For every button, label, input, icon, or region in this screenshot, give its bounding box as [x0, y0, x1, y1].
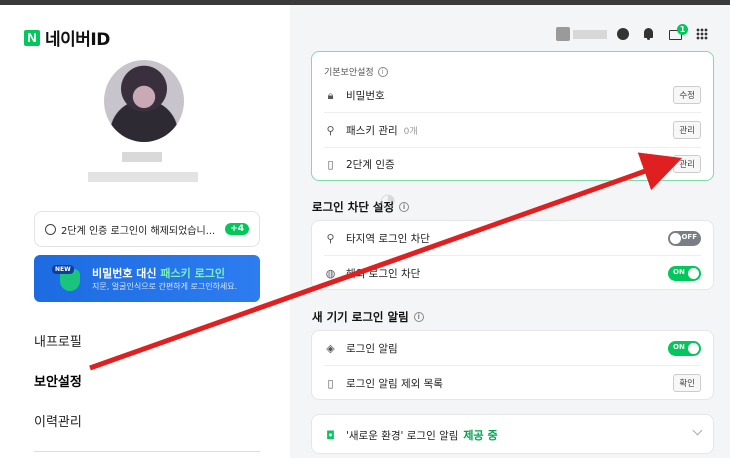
mail-count-badge: 1 [677, 24, 688, 35]
profile-email-blurred [88, 172, 198, 182]
user-avatar-small[interactable] [556, 27, 570, 41]
manage-passkey-button[interactable]: 관리 [673, 121, 701, 139]
watermark-mark: ◔ [380, 190, 396, 211]
login-block-card: ⚲ 타지역 로그인 차단 OFF ◍ 해외 로그인 차단 ON [311, 220, 714, 290]
lock-icon: 🔒︎ [327, 88, 334, 102]
apps-grid-icon[interactable] [696, 28, 708, 40]
chat-bubble-icon [45, 223, 56, 235]
new-device-card: ◈ 로그인 알림 ON ▯ 로그인 알림 제외 목록 확인 [311, 330, 714, 400]
phone-icon: ▯ [327, 157, 334, 171]
nav-item-profile[interactable]: 내프로필 [34, 331, 82, 350]
basic-security-card: 기본보안설정 i 🔒︎ 비밀번호 수정 ⚲ 패스키 관리 0개 관리 ▯ 2단계… [311, 51, 714, 181]
passkey-banner[interactable]: NEW 비밀번호 대신 패스키 로그인 지문, 얼굴인식으로 간편하게 로그인하… [34, 255, 260, 302]
banner-title-highlight: 패스키 로그인 [160, 267, 225, 280]
new-device-title-text: 새 기기 로그인 알림 [312, 310, 409, 324]
overseas-block-toggle[interactable]: ON [668, 265, 701, 281]
new-env-label: '새로운 환경' 로그인 알림 [346, 429, 459, 442]
toggle-label: OFF [681, 232, 697, 241]
info-icon[interactable]: i [413, 312, 424, 322]
region-block-toggle[interactable]: OFF [668, 230, 701, 246]
device-icon: ▯ [327, 376, 334, 390]
row-label: 2단계 인증 [346, 158, 395, 171]
edit-password-button[interactable]: 수정 [673, 86, 701, 104]
passkey-count: 0개 [403, 126, 418, 137]
globe-icon: ◍ [325, 266, 336, 280]
row-label: 로그인 알림 [346, 342, 398, 355]
view-exclusion-button[interactable]: 확인 [673, 374, 701, 392]
notice-count-badge: +4 [225, 223, 249, 235]
row-label: 비밀번호 [346, 89, 385, 102]
chat-icon[interactable] [617, 28, 629, 40]
new-device-title: 새 기기 로그인 알림 i [312, 309, 424, 325]
naver-id-logo[interactable]: N 네이버ID [24, 25, 110, 50]
row-label: 패스키 관리 [346, 124, 398, 137]
shield-bell-icon: ◈ [326, 341, 335, 355]
toggle-label: ON [673, 342, 685, 351]
banner-subtitle: 지문, 얼굴인식으로 간편하게 로그인하세요. [92, 282, 238, 291]
row-region-block: ⚲ 타지역 로그인 차단 OFF [312, 221, 713, 255]
nav-item-history[interactable]: 이력관리 [34, 411, 82, 430]
row-label: 해외 로그인 차단 [346, 267, 421, 280]
new-tag: NEW [52, 265, 74, 274]
naver-logo-icon: N [24, 29, 40, 46]
nav-divider [34, 451, 260, 452]
new-env-card[interactable]: ◘ '새로운 환경' 로그인 알림 제공 중 [311, 414, 714, 454]
toggle-label: ON [673, 267, 685, 276]
row-label: 타지역 로그인 차단 [346, 232, 430, 245]
robot-icon: ◘ [326, 428, 335, 442]
row-login-alert: ◈ 로그인 알림 ON [312, 331, 713, 365]
notice-text: 2단계 인증 로그인이 해제되었습니... [61, 225, 216, 237]
banner-title: 비밀번호 대신 패스키 로그인 [92, 265, 225, 281]
info-icon[interactable]: i [377, 66, 388, 77]
row-overseas-block: ◍ 해외 로그인 차단 ON [312, 256, 713, 290]
security-notice[interactable]: 2단계 인증 로그인이 해제되었습니... +4 [34, 211, 260, 247]
new-env-status: 제공 중 [463, 429, 498, 442]
passkey-icon: ⚲ [326, 123, 335, 137]
basic-security-title-text: 기본보안설정 [324, 68, 374, 78]
row-label: 로그인 알림 제외 목록 [346, 377, 443, 390]
profile-avatar[interactable] [104, 60, 184, 142]
row-password: 🔒︎ 비밀번호 수정 [312, 78, 713, 112]
profile-name-blurred [122, 152, 162, 162]
banner-title-prefix: 비밀번호 대신 [92, 267, 161, 280]
user-name-blurred [573, 30, 607, 39]
row-two-step: ▯ 2단계 인증 관리 [312, 147, 713, 181]
row-alert-exclusion: ▯ 로그인 알림 제외 목록 확인 [312, 366, 713, 400]
bell-icon[interactable] [643, 27, 654, 40]
login-alert-toggle[interactable]: ON [668, 340, 701, 356]
row-new-env: ◘ '새로운 환경' 로그인 알림 제공 중 [312, 418, 713, 452]
location-icon: ⚲ [326, 231, 335, 245]
row-passkey: ⚲ 패스키 관리 0개 관리 [312, 113, 713, 147]
logo-text: 네이버ID [45, 30, 110, 50]
nav-item-security[interactable]: 보안설정 [34, 371, 82, 390]
basic-security-title: 기본보안설정 i [324, 65, 388, 78]
manage-two-step-button[interactable]: 관리 [673, 155, 701, 173]
